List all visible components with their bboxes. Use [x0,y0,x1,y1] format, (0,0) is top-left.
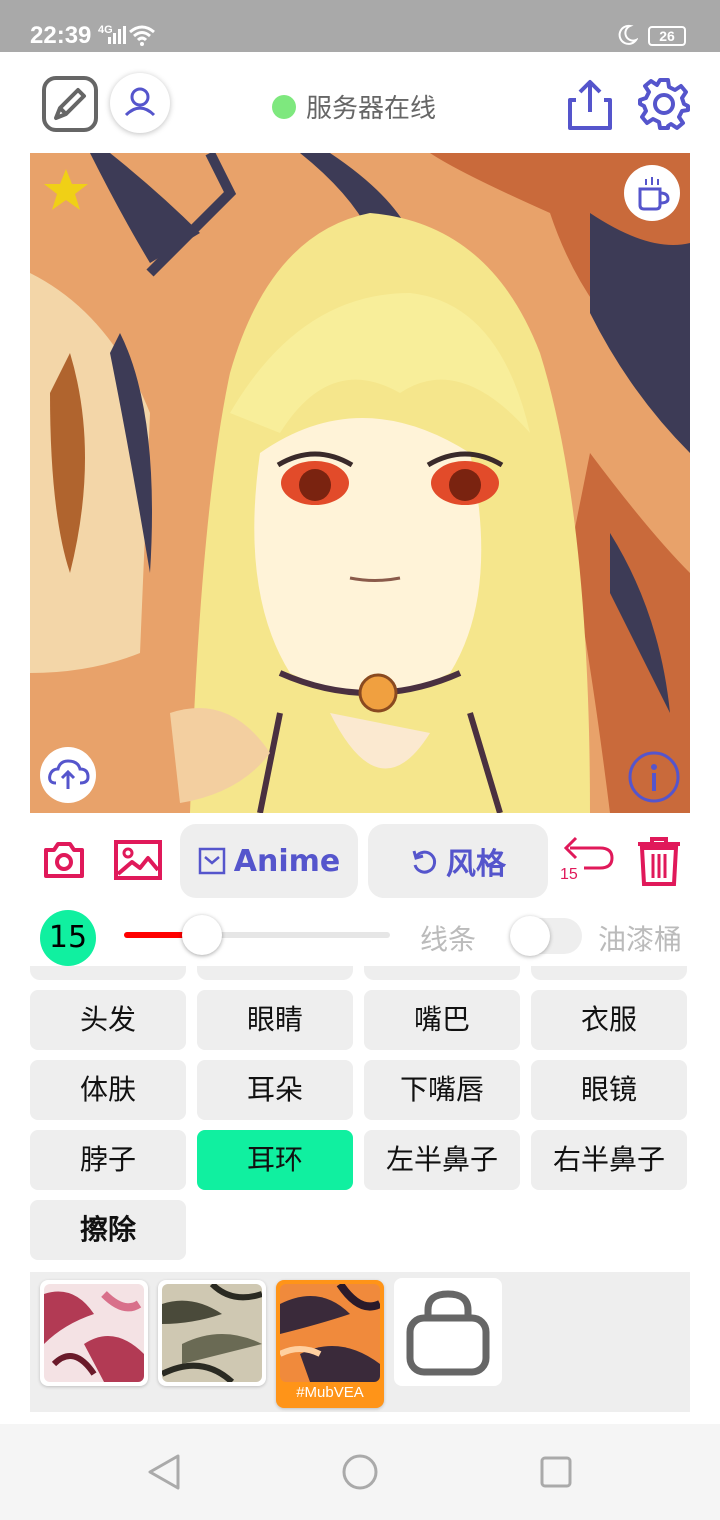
server-status-text: 服务器在线 [306,94,437,124]
part-right-nose[interactable]: 右半鼻子 [531,1130,687,1190]
slider-thumb[interactable] [182,915,222,955]
part-row-scrolled [197,966,353,980]
erase-button[interactable]: 擦除 [30,1200,186,1260]
signal-icon [108,26,126,44]
brush-size-badge: 15 [40,910,96,966]
status-bar: 22:39 4G 26 [0,0,720,52]
style-thumb-selected[interactable]: #MubVEA [276,1280,384,1408]
checkbox-icon [198,847,226,875]
part-eyes[interactable]: 眼睛 [197,990,353,1050]
star-icon[interactable] [42,167,90,213]
style-tag: #MubVEA [296,1384,364,1401]
part-ears[interactable]: 耳朵 [197,1060,353,1120]
rotate-icon [412,850,437,874]
bucket-mode-label: 油漆桶 [598,923,683,956]
camera-icon[interactable] [42,840,86,880]
style-preview-1 [44,1284,144,1382]
wifi-icon [129,25,155,46]
home-icon[interactable] [340,1452,380,1492]
system-nav-bar [0,1424,720,1520]
info-icon[interactable] [626,749,682,805]
back-icon[interactable] [146,1452,182,1492]
part-glasses[interactable]: 眼镜 [531,1060,687,1120]
upload-icon [48,759,90,789]
moon-icon [618,24,638,45]
battery-indicator: 26 [648,26,686,46]
artwork-canvas[interactable] [30,153,690,813]
part-skin[interactable]: 体肤 [30,1060,186,1120]
upload-button[interactable] [40,747,96,803]
line-mode-label: 线条 [420,923,477,956]
bag-icon [406,1290,490,1376]
style-label: 风格 [446,847,506,882]
recents-icon[interactable] [538,1452,574,1492]
user-icon [124,87,156,117]
part-lower-lip[interactable]: 下嘴唇 [364,1060,520,1120]
part-row-scrolled [364,966,520,980]
status-dot [272,94,296,119]
part-row-scrolled [531,966,687,980]
anime-label: Anime [233,843,341,879]
style-preview-2 [162,1284,262,1382]
brush-size-slider[interactable] [124,932,390,938]
image-icon[interactable] [114,840,162,880]
part-neck[interactable]: 脖子 [30,1130,186,1190]
style-thumb-1[interactable] [40,1280,148,1386]
bucket-toggle-thumb[interactable] [510,916,550,956]
part-left-nose[interactable]: 左半鼻子 [364,1130,520,1190]
part-hair[interactable]: 头发 [30,990,186,1050]
undo-count: 15 [560,866,578,883]
style-preview-3 [280,1284,380,1382]
style-shop-button[interactable] [394,1278,502,1386]
anime-button[interactable]: Anime [180,824,358,898]
part-row-scrolled [30,966,186,980]
undo-icon [563,836,614,870]
coffee-icon [638,177,670,211]
status-time: 22:39 [30,22,92,49]
gear-icon[interactable] [636,76,692,132]
part-earrings[interactable]: 耳环 [197,1130,353,1190]
share-icon[interactable] [566,76,614,132]
server-status: 服务器在线 [272,88,436,125]
part-mouth[interactable]: 嘴巴 [364,990,520,1050]
edit-icon[interactable] [42,76,98,132]
user-button[interactable] [110,73,170,133]
coffee-button[interactable] [624,165,680,221]
style-button[interactable]: 风格 [368,824,548,898]
undo-button[interactable]: 15 [560,834,616,886]
style-thumb-2[interactable] [158,1280,266,1386]
part-clothes[interactable]: 衣服 [531,990,687,1050]
anime-portrait [30,153,690,813]
trash-icon[interactable] [634,836,684,888]
